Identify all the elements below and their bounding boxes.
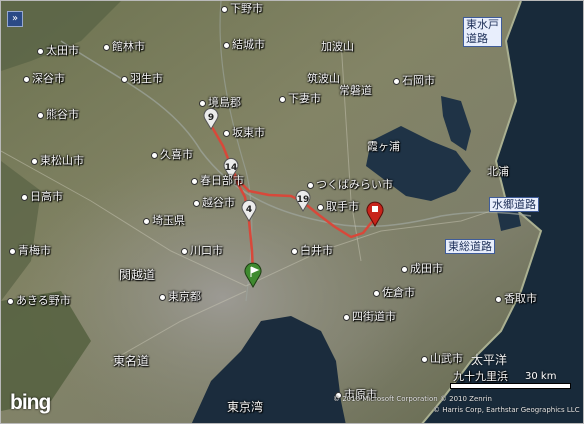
place-label: 坂東市 xyxy=(223,127,265,139)
map-viewport[interactable]: 9 14 4 19 » 下野市 館林市 太田市 結城市 加波山 羽生市 深谷市 … xyxy=(0,0,584,424)
place-label: 春日部市 xyxy=(191,175,244,187)
highway-shield: 水郷道路 xyxy=(489,197,539,212)
scale-bar xyxy=(450,383,571,389)
highway-shield: 東総道路 xyxy=(445,239,495,254)
place-label: 加波山 xyxy=(321,40,354,53)
place-label: つくばみらい市 xyxy=(307,179,393,191)
svg-text:4: 4 xyxy=(246,205,252,215)
highway-shield: 東水戸 道路 xyxy=(463,17,502,47)
place-label: 埼玉県 xyxy=(143,215,185,227)
place-label: 羽生市 xyxy=(121,73,163,85)
bing-logo[interactable]: bing xyxy=(10,391,51,415)
scale-label: 30 km xyxy=(525,371,557,382)
place-label: 四街道市 xyxy=(343,311,396,323)
place-label: 東名道 xyxy=(113,354,150,368)
place-label: 日高市 xyxy=(21,191,63,203)
place-label: 成田市 xyxy=(401,263,443,275)
place-label: 北浦 xyxy=(487,165,509,178)
sea-label: 太平洋 xyxy=(471,353,508,367)
place-label: 山武市 xyxy=(421,353,463,365)
place-label: 佐倉市 xyxy=(373,287,415,299)
place-label: 境島郡 xyxy=(199,97,241,109)
svg-text:19: 19 xyxy=(297,195,310,205)
place-label: 深谷市 xyxy=(23,73,65,85)
place-label: 石岡市 xyxy=(393,75,435,87)
place-label: 霞ヶ浦 xyxy=(367,140,400,153)
place-label: 青梅市 xyxy=(9,245,51,257)
place-label: 館林市 xyxy=(103,41,145,53)
place-label: 東松山市 xyxy=(31,155,84,167)
place-label: 結城市 xyxy=(223,39,265,51)
place-label: 熊谷市 xyxy=(37,109,79,121)
place-label: 東京湾 xyxy=(227,400,264,414)
copyright-text: © Harris Corp, Earthstar Geographics LLC xyxy=(433,406,580,414)
place-label: 関越道 xyxy=(119,268,156,282)
place-label: 太田市 xyxy=(37,45,79,57)
place-label: あきる野市 xyxy=(7,295,71,307)
place-label: 東京都 xyxy=(159,291,201,303)
place-label: 越谷市 xyxy=(193,197,235,209)
place-label: 白井市 xyxy=(291,245,333,257)
place-label: 香取市 xyxy=(495,293,537,305)
place-label: 常磐道 xyxy=(339,84,372,97)
copyright-text: © 2010 Microsoft Corporation © 2010 Zenr… xyxy=(333,395,492,403)
place-label: 下野市 xyxy=(221,3,263,15)
place-label: 下妻市 xyxy=(279,93,321,105)
place-label: 久喜市 xyxy=(151,149,193,161)
svg-text:9: 9 xyxy=(208,113,214,123)
expand-panel-button[interactable]: » xyxy=(7,11,23,27)
place-label: 取手市 xyxy=(317,201,359,213)
place-label: 筑波山 xyxy=(307,72,340,85)
place-label: 九十九里浜 xyxy=(453,370,508,383)
svg-text:14: 14 xyxy=(225,163,238,173)
place-label: 川口市 xyxy=(181,245,223,257)
